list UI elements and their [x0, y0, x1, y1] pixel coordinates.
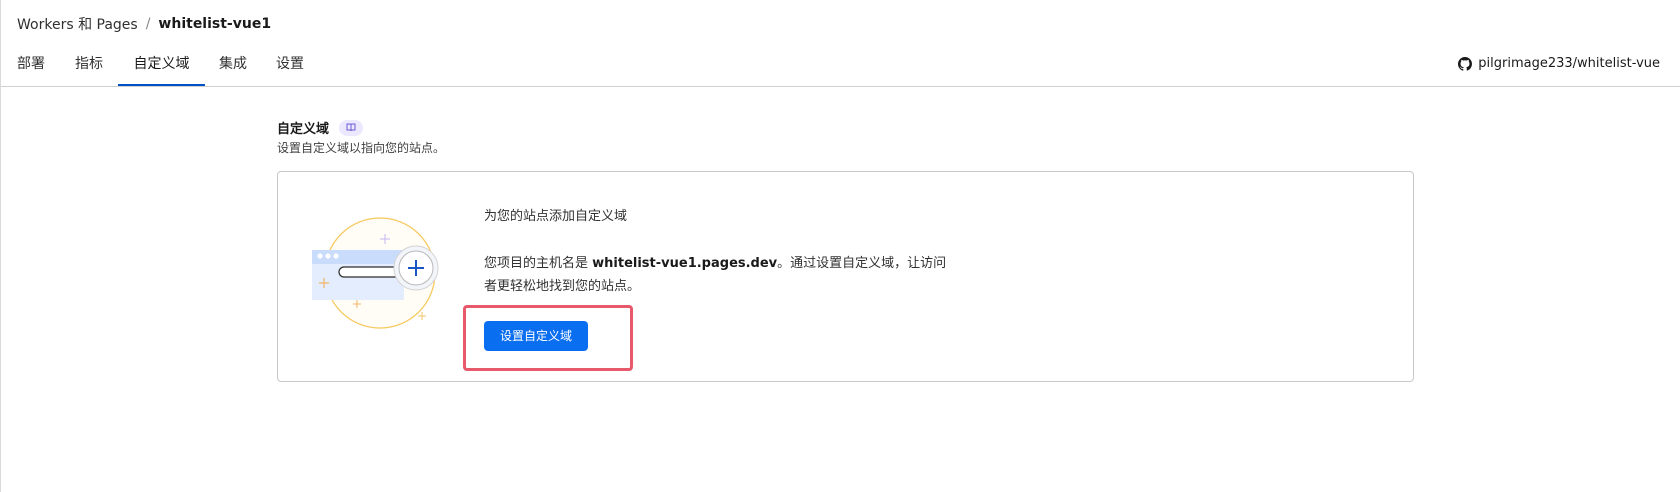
docs-badge[interactable]: [339, 119, 364, 136]
description-prefix: 您项目的主机名是: [484, 256, 593, 271]
section-description: 设置自定义域以指向您的站点。: [277, 141, 446, 155]
tab-bar: 部署 指标 自定义域 集成 设置: [1, 48, 1680, 87]
browser-add-domain-icon: [312, 217, 439, 329]
tab-deployments[interactable]: 部署: [17, 48, 45, 86]
breadcrumb-parent[interactable]: Workers 和 Pages: [17, 14, 138, 34]
section-header: 自定义域: [277, 118, 364, 137]
repo-link-label: pilgrimage233/whitelist-vue: [1478, 56, 1660, 71]
setup-custom-domain-button[interactable]: 设置自定义域: [484, 321, 589, 351]
breadcrumb: Workers 和 Pages / whitelist-vue1: [17, 14, 271, 34]
repo-link[interactable]: pilgrimage233/whitelist-vue: [1458, 56, 1660, 71]
page: Workers 和 Pages / whitelist-vue1 部署 指标 自…: [0, 0, 1680, 492]
card-heading: 为您的站点添加自定义域: [484, 209, 628, 224]
tab-integrations[interactable]: 集成: [219, 48, 247, 86]
github-icon: [1458, 56, 1473, 71]
breadcrumb-current: whitelist-vue1: [158, 16, 272, 32]
breadcrumb-separator: /: [145, 16, 151, 32]
section-title: 自定义域: [277, 122, 330, 137]
book-icon: [346, 123, 356, 132]
tab-settings[interactable]: 设置: [276, 48, 304, 86]
card-description: 您项目的主机名是 whitelist-vue1.pages.dev。通过设置自定…: [484, 252, 954, 298]
tab-metrics[interactable]: 指标: [75, 48, 103, 86]
project-hostname: whitelist-vue1.pages.dev: [592, 256, 778, 271]
tab-custom-domains[interactable]: 自定义域: [118, 48, 205, 86]
custom-domain-card: 为您的站点添加自定义域 您项目的主机名是 whitelist-vue1.page…: [277, 171, 1414, 382]
